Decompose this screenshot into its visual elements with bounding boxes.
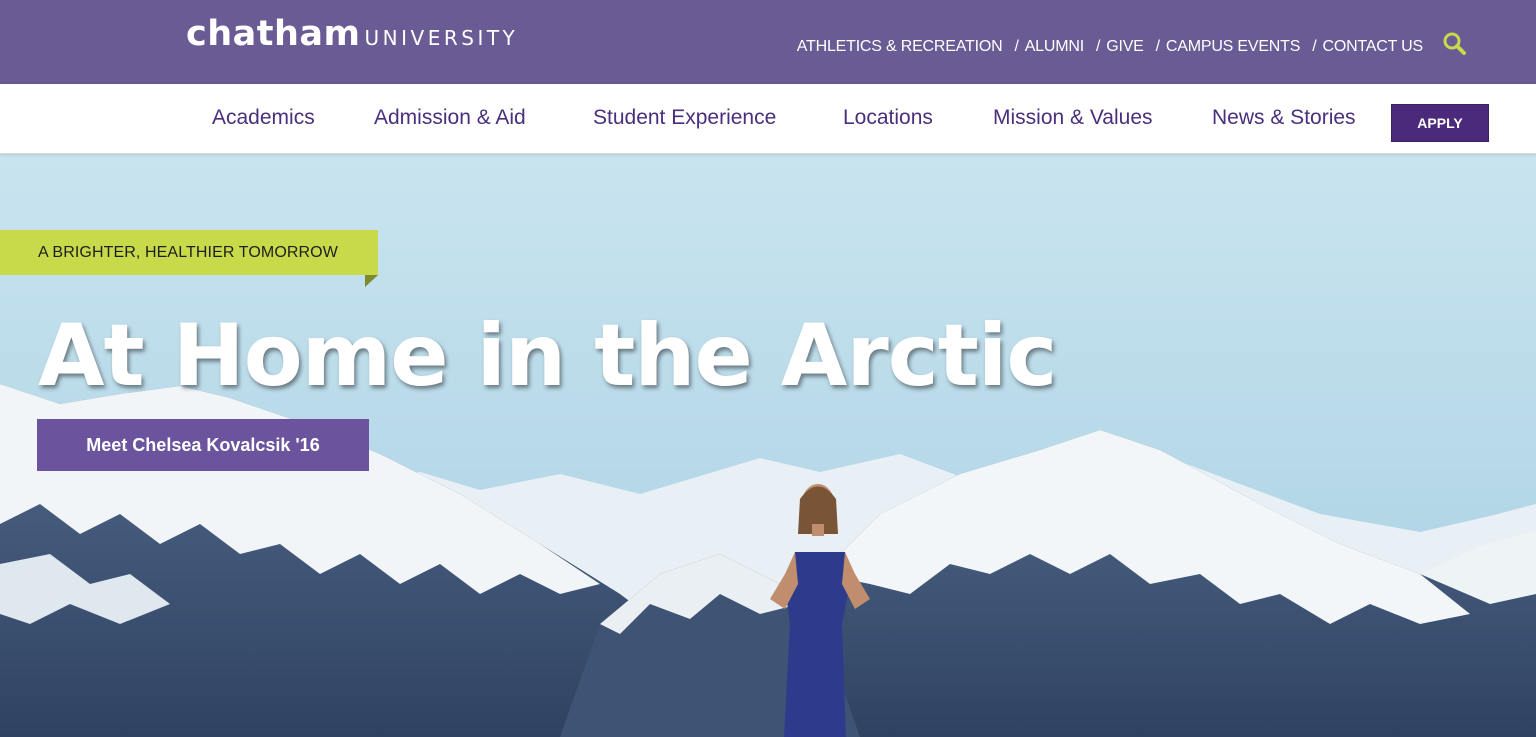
nav-item-academics[interactable]: Academics [212,106,315,130]
utility-nav: ATHLETICS & RECREATION / ALUMNI / GIVE /… [797,36,1423,58]
utility-separator: / [1312,38,1317,55]
nav-item-news-stories[interactable]: News & Stories [1212,106,1356,130]
hero-title: At Home in the Arctic [38,306,1057,406]
hero-section: A BRIGHTER, HEALTHIER TOMORROW At Home i… [0,154,1536,737]
utility-separator: / [1155,38,1160,55]
utility-separator: / [1014,38,1019,55]
utility-bar: chatham UNIVERSITY ATHLETICS & RECREATIO… [0,0,1536,84]
eyebrow-fold-decoration [365,275,378,287]
nav-item-locations[interactable]: Locations [843,106,933,130]
nav-item-mission-values[interactable]: Mission & Values [993,106,1153,130]
utility-link-contact-us[interactable]: CONTACT US [1322,38,1423,56]
hero-cta-button[interactable]: Meet Chelsea Kovalcsik '16 [37,419,369,471]
utility-link-campus-events[interactable]: CAMPUS EVENTS [1166,38,1301,56]
nav-item-admission-aid[interactable]: Admission & Aid [374,106,526,130]
utility-separator: / [1095,38,1101,55]
logo-subtitle: UNIVERSITY [364,26,519,50]
university-logo[interactable]: chatham UNIVERSITY [186,14,518,58]
search-button[interactable] [1441,30,1469,58]
apply-button[interactable]: APPLY [1391,104,1489,142]
logo-wordmark: chatham [186,14,361,54]
hero-eyebrow-tag: A BRIGHTER, HEALTHIER TOMORROW [0,230,378,275]
utility-link-alumni[interactable]: ALUMNI [1025,38,1084,56]
nav-item-student-experience[interactable]: Student Experience [593,106,776,130]
utility-link-athletics[interactable]: ATHLETICS & RECREATION [797,38,1003,56]
search-icon [1443,32,1466,55]
utility-link-give[interactable]: GIVE [1106,38,1144,56]
main-nav: Academics Admission & Aid Student Experi… [0,84,1536,154]
